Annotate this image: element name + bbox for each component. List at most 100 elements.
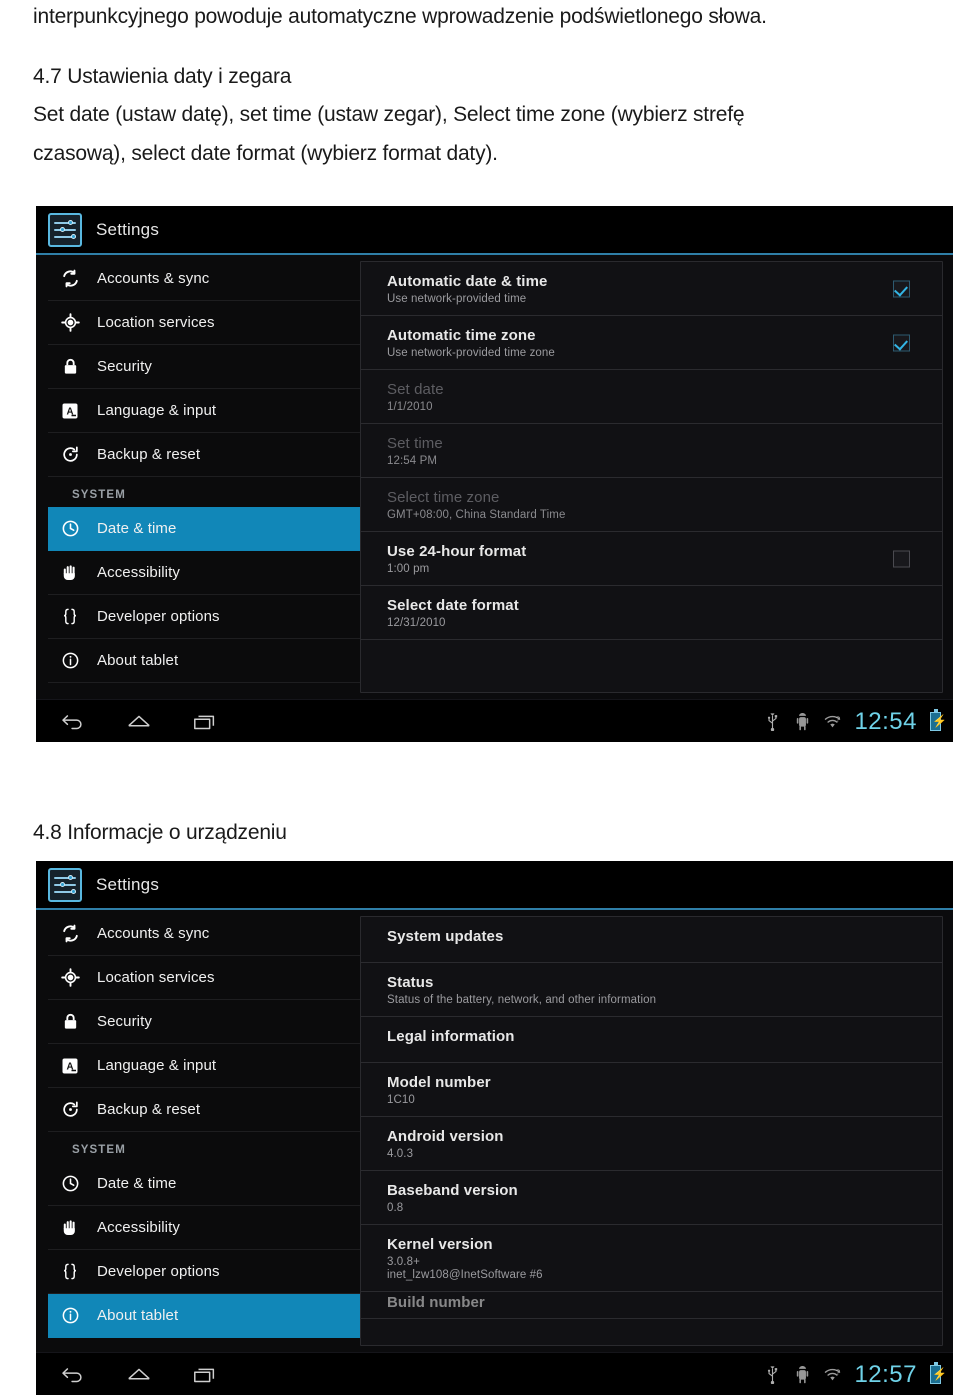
back-arrow-icon[interactable] <box>58 1363 88 1387</box>
sidebar-item-label: Accounts & sync <box>97 270 210 287</box>
pref-automatic-time-zone[interactable]: Automatic time zone Use network-provided… <box>361 316 942 370</box>
pref-title: System updates <box>387 928 504 945</box>
settings-sidebar: Accounts & sync Location services Securi… <box>36 910 360 1352</box>
sidebar-item-language-input[interactable]: A Language & input <box>48 1044 360 1088</box>
action-bar: Settings <box>36 861 953 910</box>
pref-title: Kernel version <box>387 1236 493 1253</box>
sidebar-item-location-services[interactable]: Location services <box>48 301 360 345</box>
sidebar-item-about-tablet[interactable]: About tablet <box>48 1294 360 1338</box>
home-icon[interactable] <box>124 710 154 734</box>
status-icons: ? 12:57 ⚡ <box>764 1353 947 1395</box>
sidebar-item-label: Developer options <box>97 1263 220 1280</box>
usb-icon <box>764 712 781 732</box>
pref-subtitle: Use network-provided time zone <box>387 347 555 359</box>
pref-subtitle: Status of the battery, network, and othe… <box>387 994 657 1006</box>
sidebar-item-developer-options[interactable]: Developer options <box>48 1250 360 1294</box>
pref-title: Select date format <box>387 597 519 614</box>
sidebar-item-accessibility[interactable]: Accessibility <box>48 1206 360 1250</box>
location-icon <box>59 967 81 989</box>
sidebar-item-label: Backup & reset <box>97 1101 201 1118</box>
pref-system-updates[interactable]: System updates <box>361 917 942 963</box>
pref-subtitle: Use network-provided time <box>387 293 527 305</box>
language-icon: A <box>59 400 81 422</box>
checkbox-use-24-hour-format[interactable] <box>893 550 910 567</box>
pref-subtitle: 1:00 pm <box>387 563 430 575</box>
pref-use-24-hour-format[interactable]: Use 24-hour format 1:00 pm <box>361 532 942 586</box>
pref-subtitle: GMT+08:00, China Standard Time <box>387 509 566 521</box>
pref-legal-information[interactable]: Legal information <box>361 1017 942 1063</box>
pref-value-secondary: inet_lzw108@InetSoftware #6 <box>387 1269 543 1281</box>
sidebar-item-date-time[interactable]: Date & time <box>48 507 360 551</box>
sidebar-item-accounts-sync[interactable]: Accounts & sync <box>48 257 360 301</box>
pref-title: Automatic time zone <box>387 327 536 344</box>
pref-value: 1C10 <box>387 1094 415 1106</box>
sidebar-item-date-time[interactable]: Date & time <box>48 1162 360 1206</box>
settings-sidebar: Accounts & sync Location services Securi… <box>36 255 360 699</box>
system-navigation-bar: ? 12:54 ⚡ <box>36 699 953 742</box>
pref-value: 4.0.3 <box>387 1148 414 1160</box>
sidebar-item-location-services[interactable]: Location services <box>48 956 360 1000</box>
lock-icon <box>59 356 81 378</box>
sidebar-item-label: Accessibility <box>97 564 180 581</box>
back-arrow-icon[interactable] <box>58 710 88 734</box>
sidebar-item-backup-reset[interactable]: Backup & reset <box>48 1088 360 1132</box>
sidebar-item-accounts-sync[interactable]: Accounts & sync <box>48 912 360 956</box>
sidebar-item-accessibility[interactable]: Accessibility <box>48 551 360 595</box>
sidebar-item-label: Developer options <box>97 608 220 625</box>
pref-automatic-date-time[interactable]: Automatic date & time Use network-provid… <box>361 262 942 316</box>
sidebar-item-label: Accessibility <box>97 1219 180 1236</box>
lock-icon <box>59 1011 81 1033</box>
heading-4-7: 4.7 Ustawienia daty i zegara <box>33 65 292 88</box>
sidebar-item-security[interactable]: Security <box>48 1000 360 1044</box>
pref-baseband-version: Baseband version 0.8 <box>361 1171 942 1225</box>
android-debug-icon <box>794 1365 811 1385</box>
system-navigation-bar: ? 12:57 ⚡ <box>36 1352 953 1395</box>
app-title: Settings <box>96 874 160 894</box>
recent-apps-icon[interactable] <box>190 1363 220 1387</box>
preferences-pane: Automatic date & time Use network-provid… <box>360 261 943 693</box>
usb-icon <box>764 1365 781 1385</box>
pref-title: Set time <box>387 435 443 452</box>
android-debug-icon <box>794 712 811 732</box>
sidebar-section-system: SYSTEM <box>72 489 126 501</box>
recent-apps-icon[interactable] <box>190 710 220 734</box>
sidebar-item-label: Location services <box>97 969 215 986</box>
braces-icon <box>59 1261 81 1283</box>
screenshot-date-time: Settings Accounts & sync Location servic… <box>36 206 953 742</box>
pref-value: 3.0.8+ <box>387 1256 420 1268</box>
pref-kernel-version: Kernel version 3.0.8+ inet_lzw108@InetSo… <box>361 1225 942 1292</box>
pref-title: Use 24-hour format <box>387 543 527 560</box>
sidebar-item-about-tablet[interactable]: About tablet <box>48 639 360 683</box>
pref-title: Select time zone <box>387 489 500 506</box>
settings-body: Accounts & sync Location services Securi… <box>36 910 953 1352</box>
sidebar-item-security[interactable]: Security <box>48 345 360 389</box>
sidebar-item-backup-reset[interactable]: Backup & reset <box>48 433 360 477</box>
sync-icon <box>59 268 81 290</box>
body-line-2: czasową), select date format (wybierz fo… <box>33 142 498 165</box>
sidebar-item-label: Backup & reset <box>97 446 201 463</box>
pref-title: Model number <box>387 1074 491 1091</box>
pref-title: Android version <box>387 1128 504 1145</box>
status-icons: ? 12:54 ⚡ <box>764 700 947 742</box>
pref-set-date: Set date 1/1/2010 <box>361 370 942 424</box>
nav-buttons <box>36 1363 220 1387</box>
info-icon <box>59 650 81 672</box>
backup-icon <box>59 1099 81 1121</box>
wifi-unknown-icon: ? <box>824 1365 841 1385</box>
sidebar-item-language-input[interactable]: A Language & input <box>48 389 360 433</box>
screenshot-about-tablet: Settings Accounts & sync Location servic… <box>36 861 953 1395</box>
pref-status[interactable]: Status Status of the battery, network, a… <box>361 963 942 1017</box>
checkbox-automatic-time-zone[interactable] <box>893 334 910 351</box>
checkbox-automatic-date-time[interactable] <box>893 280 910 297</box>
sidebar-item-label: About tablet <box>97 1307 179 1324</box>
pref-title: Status <box>387 974 434 991</box>
pref-select-date-format[interactable]: Select date format 12/31/2010 <box>361 586 942 640</box>
sidebar-item-developer-options[interactable]: Developer options <box>48 595 360 639</box>
wifi-unknown-icon: ? <box>824 712 841 732</box>
pref-subtitle: 1/1/2010 <box>387 401 433 413</box>
home-icon[interactable] <box>124 1363 154 1387</box>
pref-subtitle: 12:54 PM <box>387 455 438 467</box>
sidebar-item-label: About tablet <box>97 652 179 669</box>
pref-subtitle: 12/31/2010 <box>387 617 446 629</box>
sidebar-item-label: Language & input <box>97 1057 217 1074</box>
